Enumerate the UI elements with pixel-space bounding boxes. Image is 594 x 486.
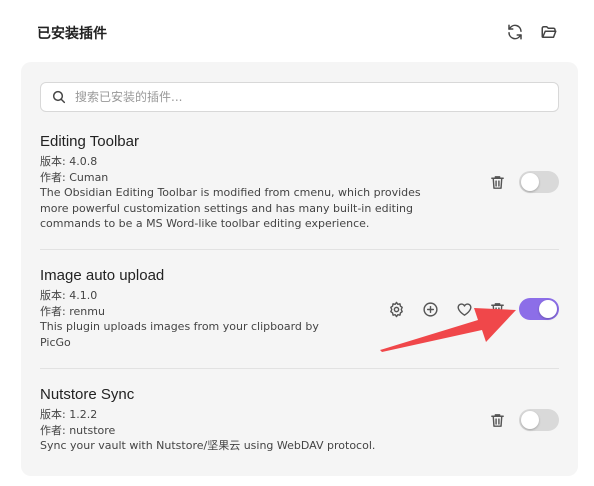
plugin-item-editing-toolbar: Editing Toolbar 版本: 4.0.8 作者: Cuman The …	[40, 133, 560, 232]
divider	[40, 249, 559, 250]
plugin-description-line: Sync your vault with Nutstore/坚果云 using …	[40, 439, 376, 452]
divider	[40, 368, 559, 369]
plugin-item-nutstore-sync: Nutstore Sync 版本: 1.2.2 作者: nutstore Syn…	[40, 386, 560, 454]
toggle-knob	[521, 411, 539, 429]
search-box[interactable]	[40, 82, 559, 112]
plugin-description-line: commands to be a MS Word-like toolbar ed…	[40, 217, 370, 230]
plugin-description-line: more powerful customization settings and…	[40, 201, 413, 215]
refresh-icon[interactable]	[505, 22, 525, 42]
plugin-author: 作者: Cuman	[40, 170, 109, 184]
plugin-author: 作者: nutstore	[40, 423, 116, 437]
toggle-knob	[539, 300, 557, 318]
trash-icon[interactable]	[488, 173, 506, 191]
plugin-version: 版本: 1.2.2	[40, 408, 98, 421]
plugin-description-line: The Obsidian Editing Toolbar is modified…	[40, 186, 421, 199]
search-input[interactable]	[75, 90, 545, 104]
annotation-arrow-icon	[380, 308, 516, 352]
plugin-name: Nutstore Sync	[40, 386, 135, 403]
search-icon	[52, 90, 66, 104]
plugin-toggle[interactable]	[519, 298, 559, 320]
section-title: 已安装插件	[37, 26, 107, 42]
plugin-toggle[interactable]	[519, 171, 559, 193]
trash-icon[interactable]	[488, 411, 506, 429]
plugin-toggle[interactable]	[519, 409, 559, 431]
toggle-knob	[521, 173, 539, 191]
plugin-name: Image auto upload	[40, 267, 165, 284]
plugin-name: Editing Toolbar	[40, 133, 139, 150]
plugin-version: 版本: 4.0.8	[40, 155, 98, 168]
folder-open-icon[interactable]	[539, 22, 559, 42]
